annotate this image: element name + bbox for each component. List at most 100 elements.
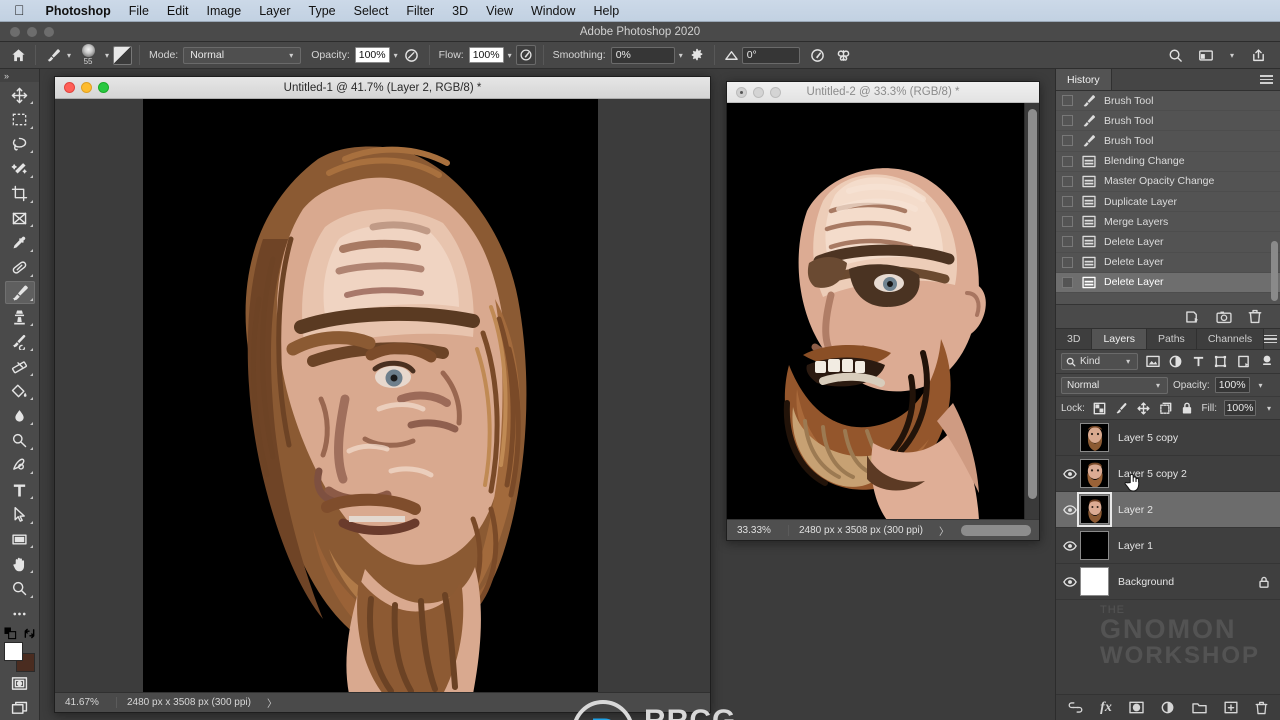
history-snapshot-checkbox[interactable] [1062, 216, 1073, 227]
document-1-canvas-area[interactable] [55, 99, 710, 692]
menu-edit[interactable]: Edit [158, 4, 198, 18]
layer-row-layer-2[interactable]: Layer 2 [1056, 492, 1280, 528]
brush-angle-input[interactable]: 0° [742, 47, 800, 64]
new-group-icon[interactable] [1192, 701, 1207, 714]
fx-icon[interactable]: fx [1100, 700, 1112, 716]
lock-all-icon[interactable] [1180, 400, 1195, 417]
type-filter-icon[interactable] [1190, 353, 1207, 370]
layer-fill-chevron-icon[interactable]: ▾ [1263, 404, 1275, 413]
pen-icon[interactable] [5, 454, 35, 478]
tab-paths[interactable]: Paths [1147, 329, 1197, 349]
brush-size-chevron-icon[interactable]: ▾ [101, 51, 113, 60]
layer-name[interactable]: Layer 5 copy [1118, 432, 1178, 444]
waterdrop-icon[interactable] [5, 404, 35, 428]
text-t-icon[interactable] [5, 478, 35, 502]
lock-transparency-icon[interactable] [1092, 400, 1107, 417]
layer-thumbnail[interactable] [1080, 423, 1109, 452]
layer-blend-mode-select[interactable]: Normal ▾ [1061, 377, 1168, 394]
new-adjustment-layer-icon[interactable] [1161, 701, 1175, 714]
menu-layer[interactable]: Layer [250, 4, 299, 18]
eraser-tool[interactable] [5, 355, 35, 379]
add-mask-icon[interactable] [1129, 701, 1144, 714]
layer-visibility-toggle[interactable] [1060, 469, 1080, 479]
menu-select[interactable]: Select [345, 4, 398, 18]
layer-thumbnail[interactable] [1080, 459, 1109, 488]
color-swatches[interactable] [4, 642, 36, 670]
smoothing-chevron-icon[interactable]: ▾ [675, 51, 687, 60]
menu-view[interactable]: View [477, 4, 522, 18]
layer-fill-input[interactable]: 100% [1224, 400, 1256, 416]
link-layers-icon[interactable] [1068, 702, 1083, 713]
history-scrollbar[interactable] [1271, 241, 1278, 301]
flow-chevron-icon[interactable]: ▾ [504, 51, 516, 60]
history-snapshot-checkbox[interactable] [1062, 277, 1073, 288]
gear-icon[interactable] [687, 45, 707, 65]
history-item[interactable]: Duplicate Layer [1056, 192, 1280, 212]
lock-position-icon[interactable] [1136, 400, 1151, 417]
search-icon[interactable] [1166, 45, 1186, 65]
airbrush-icon[interactable] [516, 45, 536, 65]
history-snapshot-checkbox[interactable] [1062, 135, 1073, 146]
new-document-from-state-icon[interactable] [1185, 310, 1200, 324]
history-brush-icon[interactable] [5, 330, 35, 354]
pressure-opacity-icon[interactable] [402, 45, 422, 65]
history-list[interactable]: Brush Tool Brush Tool Brush Tool Blendin… [1056, 91, 1280, 304]
layer-opacity-chevron-icon[interactable]: ▾ [1255, 381, 1267, 390]
arrow-cursor-icon[interactable] [5, 503, 35, 527]
menu-window[interactable]: Window [522, 4, 584, 18]
document-1-status-expand-icon[interactable]: 〉 [261, 695, 283, 710]
new-layer-icon[interactable] [1224, 701, 1238, 714]
rectangular-marquee-tool[interactable] [5, 108, 35, 132]
smoothing-input[interactable]: 0% [611, 47, 675, 64]
history-item[interactable]: Merge Layers [1056, 212, 1280, 232]
history-snapshot-checkbox[interactable] [1062, 95, 1073, 106]
default-colors-icon[interactable] [4, 627, 17, 640]
trash-icon[interactable] [1248, 309, 1262, 324]
menu-help[interactable]: Help [584, 4, 628, 18]
pressure-size-icon[interactable] [808, 45, 828, 65]
tab-history[interactable]: History [1056, 69, 1112, 90]
layer-visibility-toggle[interactable] [1060, 505, 1080, 515]
brush-panel-icon[interactable] [113, 46, 132, 65]
history-snapshot-checkbox[interactable] [1062, 236, 1073, 247]
history-item[interactable]: Master Opacity Change [1056, 172, 1280, 192]
lasso-tool[interactable] [5, 133, 35, 157]
layer-visibility-toggle[interactable] [1060, 577, 1080, 587]
brush-icon[interactable] [43, 45, 63, 65]
share-icon[interactable] [1248, 45, 1268, 65]
dodge-icon[interactable] [5, 429, 35, 453]
pixel-filter-icon[interactable] [1144, 353, 1161, 370]
workspace-chevron-icon[interactable]: ▾ [1226, 51, 1238, 60]
crop-tool[interactable] [5, 182, 35, 206]
foreground-color-swatch[interactable] [4, 642, 23, 661]
panel-menu-icon[interactable] [1264, 329, 1280, 349]
magic-wand-icon[interactable] [5, 157, 35, 181]
document-2-canvas[interactable] [727, 103, 1024, 520]
filter-toggle-icon[interactable] [1258, 353, 1275, 370]
history-item[interactable]: Delete Layer [1056, 232, 1280, 252]
bandage-icon[interactable] [5, 256, 35, 280]
document-1-zoom-level[interactable]: 41.67% [55, 697, 117, 708]
clone-stamp-tool[interactable] [5, 305, 35, 329]
brush-preview[interactable]: 55 [75, 44, 101, 66]
layer-row-layer-5-copy[interactable]: Layer 5 copy [1056, 420, 1280, 456]
layer-visibility-toggle[interactable] [1060, 541, 1080, 551]
document-window-2[interactable]: Untitled-2 @ 33.3% (RGB/8) * [726, 81, 1040, 541]
document-2-horizontal-scrollbar[interactable] [961, 525, 1031, 536]
layer-row-layer-5-copy-2[interactable]: Layer 5 copy 2 [1056, 456, 1280, 492]
move-tool[interactable] [5, 83, 35, 107]
opacity-chevron-icon[interactable]: ▾ [390, 51, 402, 60]
menu-photoshop[interactable]: Photoshop [37, 4, 120, 18]
shape-filter-icon[interactable] [1213, 353, 1230, 370]
frame-tool[interactable] [5, 207, 35, 231]
layer-name[interactable]: Background [1118, 576, 1174, 588]
document-2-zoom-level[interactable]: 33.33% [727, 525, 789, 536]
layer-row-background[interactable]: Background [1056, 564, 1280, 600]
screen-mode-icon[interactable] [5, 697, 35, 720]
tab-channels[interactable]: Channels [1197, 329, 1264, 349]
layer-thumbnail[interactable] [1080, 567, 1109, 596]
menu-file[interactable]: File [120, 4, 158, 18]
flow-input[interactable]: 100% [469, 47, 504, 63]
layer-row-layer-1[interactable]: Layer 1 [1056, 528, 1280, 564]
layer-name[interactable]: Layer 2 [1118, 504, 1153, 516]
